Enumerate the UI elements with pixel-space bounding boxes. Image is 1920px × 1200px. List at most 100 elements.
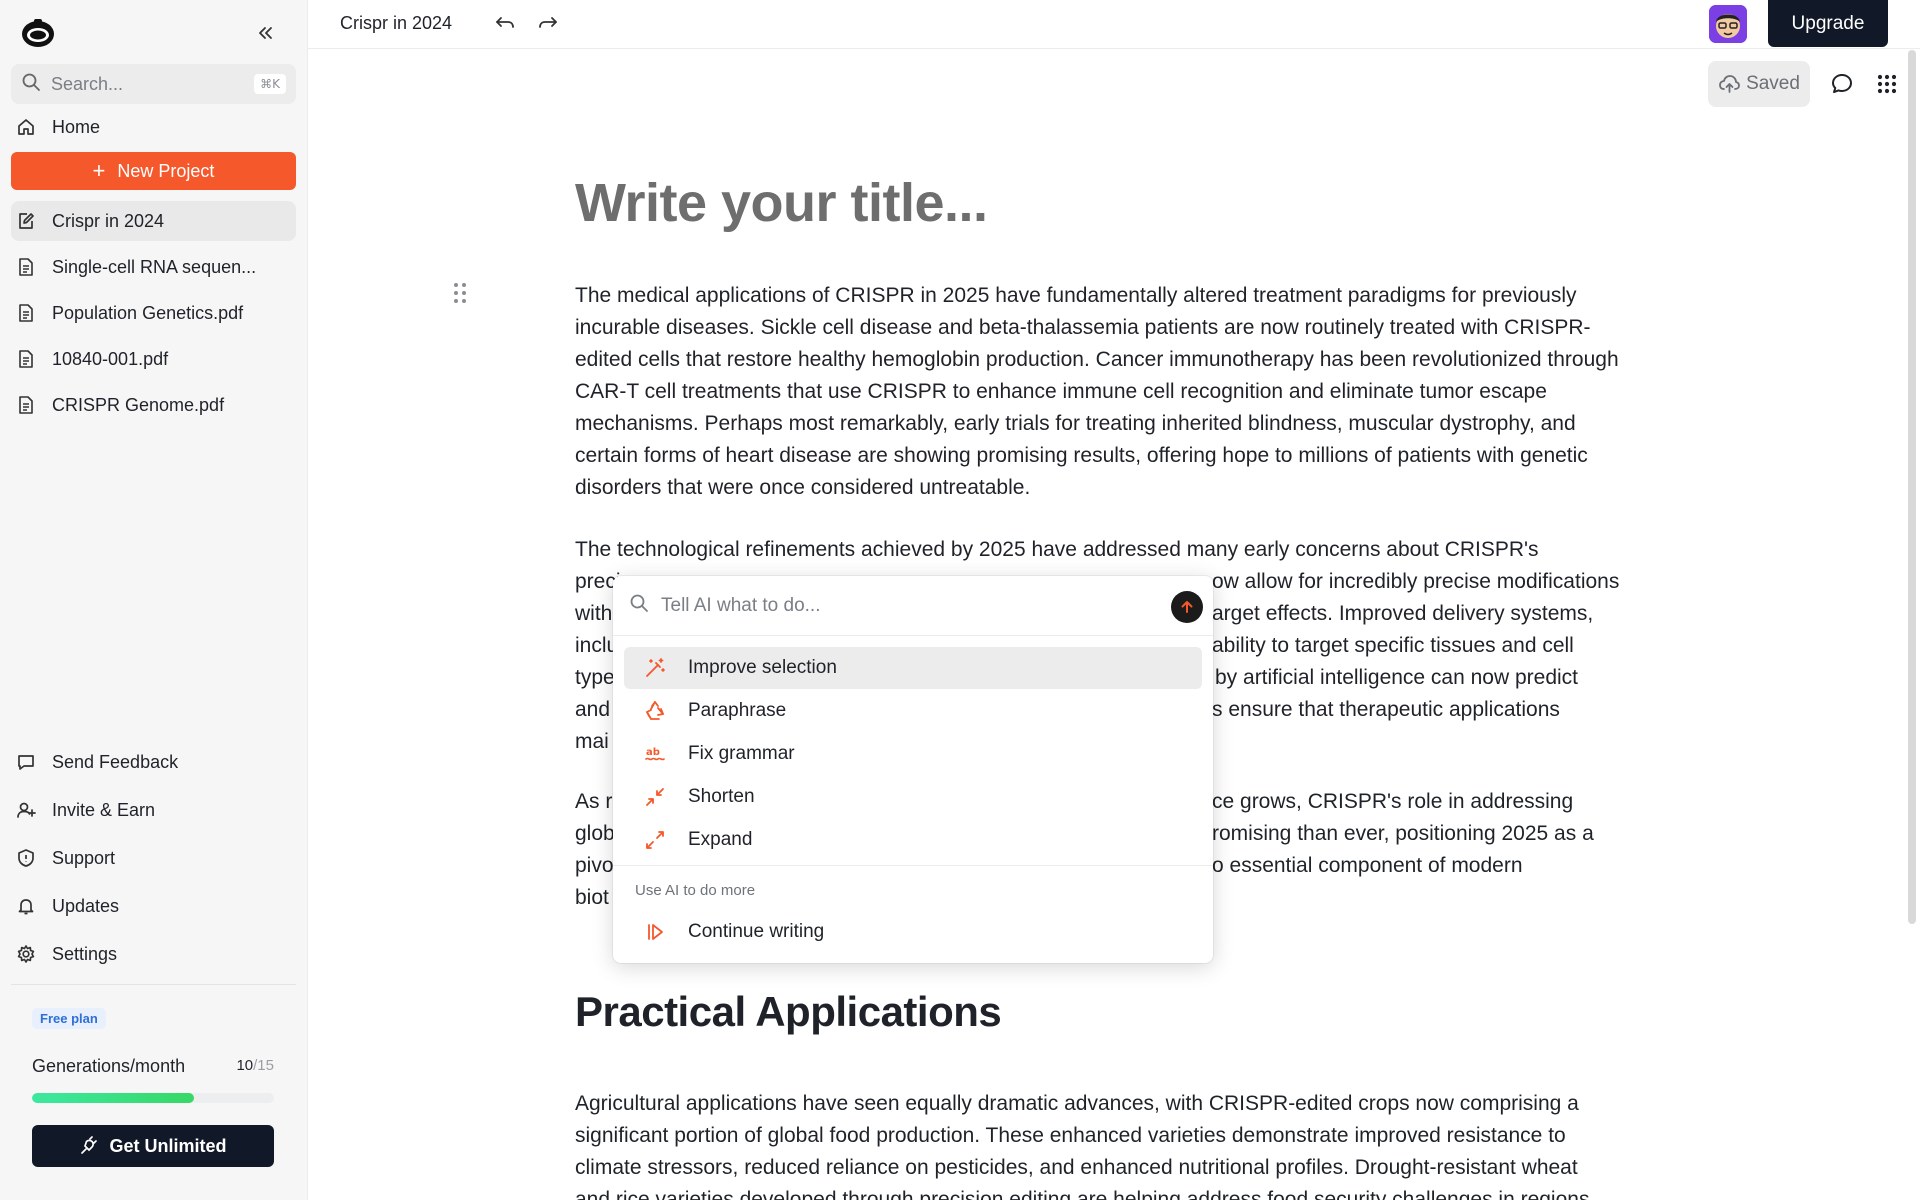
option-label: Paraphrase [688, 700, 787, 721]
apps-grid-icon[interactable] [1877, 74, 1897, 94]
file-item-crispr-2024[interactable]: Crispr in 2024 [11, 201, 296, 241]
saved-status-button[interactable]: Saved [1708, 61, 1810, 107]
invite-earn-link[interactable]: Invite & Earn [11, 790, 296, 830]
continue-writing-option[interactable]: Continue writing [624, 911, 1202, 953]
shield-icon [16, 847, 42, 869]
undo-icon[interactable] [494, 12, 518, 36]
file-item-crispr-genome[interactable]: CRISPR Genome.pdf [11, 385, 296, 425]
nav-home[interactable]: Home [11, 107, 296, 147]
support-link[interactable]: Support [11, 838, 296, 878]
search-input[interactable]: Search... ⌘K [11, 64, 296, 104]
top-bar: Crispr in 2024 Upgrade [308, 0, 1920, 49]
send-button[interactable] [1171, 591, 1203, 623]
magic-wand-icon [644, 657, 666, 679]
paragraph-4-line[interactable]: Agricultural applications have seen equa… [575, 1088, 1635, 1120]
svg-text:ab: ab [646, 747, 660, 758]
sidebar-divider [11, 984, 296, 985]
play-next-icon [644, 921, 666, 943]
updates-label: Updates [52, 895, 120, 916]
generations-progress-bar [32, 1093, 274, 1103]
drag-handle-icon[interactable] [452, 281, 468, 305]
search-shortcut: ⌘K [254, 74, 286, 94]
section-heading[interactable]: Practical Applications [575, 988, 1002, 1036]
more-section-header: Use AI to do more [635, 882, 756, 899]
file-item-label: Population Genetics.pdf [52, 302, 244, 323]
paragraph-2-line[interactable]: ability to target specific tissues and c… [1212, 630, 1672, 662]
improve-selection-option[interactable]: Improve selection [624, 647, 1202, 689]
file-item-single-cell[interactable]: Single-cell RNA sequen... [11, 247, 296, 287]
shorten-option[interactable]: Shorten [624, 776, 1202, 818]
document-title[interactable]: Crispr in 2024 [340, 13, 452, 34]
cloud-upload-icon [1719, 75, 1740, 93]
generations-used: 10 [236, 1057, 254, 1074]
collapse-sidebar-icon[interactable] [252, 20, 278, 46]
bell-icon [16, 895, 42, 917]
send-feedback-link[interactable]: Send Feedback [11, 742, 296, 782]
settings-label: Settings [52, 943, 118, 964]
updates-link[interactable]: Updates [11, 886, 296, 926]
fix-grammar-option[interactable]: ab Fix grammar [624, 733, 1202, 775]
search-icon [21, 72, 41, 97]
paragraph-2-line[interactable]: s ensure that therapeutic applications [1212, 694, 1672, 726]
ai-command-menu: Tell AI what to do... Improve selection … [613, 576, 1213, 963]
option-label: Continue writing [688, 921, 825, 942]
scrollbar[interactable] [1908, 50, 1916, 924]
gear-icon [16, 943, 42, 965]
paragraph-1[interactable]: The medical applications of CRISPR in 20… [575, 280, 1635, 504]
chat-bubble-icon [16, 751, 42, 773]
file-item-population-genetics[interactable]: Population Genetics.pdf [11, 293, 296, 333]
add-user-icon [16, 799, 42, 821]
paragraph-4-line[interactable]: climate stressors, reduced reliance on p… [575, 1152, 1635, 1184]
get-unlimited-button[interactable]: Get Unlimited [32, 1125, 274, 1167]
settings-link[interactable]: Settings [11, 934, 296, 974]
paraphrase-option[interactable]: Paraphrase [624, 690, 1202, 732]
user-avatar[interactable] [1709, 5, 1747, 43]
redo-icon[interactable] [537, 12, 561, 36]
get-unlimited-label: Get Unlimited [109, 1135, 227, 1156]
option-label: Fix grammar [688, 743, 795, 764]
option-label: Improve selection [688, 657, 837, 678]
invite-earn-label: Invite & Earn [52, 799, 156, 820]
ai-prompt-input[interactable]: Tell AI what to do... [613, 576, 1213, 636]
option-label: Shorten [688, 786, 755, 807]
generations-total: /15 [253, 1057, 274, 1074]
file-item-label: 10840-001.pdf [52, 348, 169, 369]
expand-option[interactable]: Expand [624, 819, 1202, 861]
search-icon [629, 593, 649, 618]
expand-icon [644, 829, 666, 851]
paragraph-2-line[interactable]: The technological refinements achieved b… [575, 534, 1635, 566]
file-item-10840[interactable]: 10840-001.pdf [11, 339, 296, 379]
generations-count: 10/15 [236, 1057, 274, 1074]
shrink-icon [644, 786, 666, 808]
generations-label: Generations/month [32, 1056, 186, 1076]
paragraph-2-line[interactable]: by artificial intelligence can now predi… [1215, 662, 1675, 694]
title-placeholder[interactable]: Write your title... [575, 172, 988, 234]
search-placeholder: Search... [51, 73, 124, 94]
paragraph-3-line[interactable]: romising than ever, positioning 2025 as … [1212, 818, 1672, 850]
generations-progress-fill [32, 1093, 195, 1103]
new-project-button[interactable]: + New Project [11, 152, 296, 190]
paragraph-4-line[interactable]: significant portion of global food produ… [575, 1120, 1635, 1152]
plus-icon: + [92, 158, 106, 183]
paragraph-2-line[interactable]: ow allow for incredibly precise modifica… [1212, 566, 1672, 598]
file-item-label: Crispr in 2024 [52, 210, 165, 231]
nav-home-label: Home [52, 116, 101, 137]
upgrade-button[interactable]: Upgrade [1768, 0, 1888, 47]
paragraph-3-line[interactable]: ce grows, CRISPR's role in addressing [1212, 786, 1672, 818]
app-logo-icon[interactable] [20, 16, 56, 48]
paragraph-2-line[interactable]: arget effects. Improved delivery systems… [1212, 598, 1672, 630]
option-label: Expand [688, 829, 753, 850]
comment-icon[interactable] [1830, 72, 1854, 96]
paragraph-3-line[interactable]: o essential component of modern [1212, 850, 1672, 882]
document-icon [16, 302, 42, 324]
support-label: Support [52, 847, 116, 868]
file-item-label: CRISPR Genome.pdf [52, 394, 225, 415]
paragraph-4-line[interactable]: and rice varieties developed through pre… [575, 1184, 1635, 1200]
sidebar: Search... ⌘K Home + New Project Crispr i… [0, 0, 308, 1200]
document-icon [16, 256, 42, 278]
ai-prompt-placeholder: Tell AI what to do... [661, 594, 821, 616]
arrow-up-icon [1181, 601, 1193, 613]
edit-document-icon [16, 210, 42, 232]
menu-divider [613, 865, 1213, 866]
document-icon [16, 348, 42, 370]
